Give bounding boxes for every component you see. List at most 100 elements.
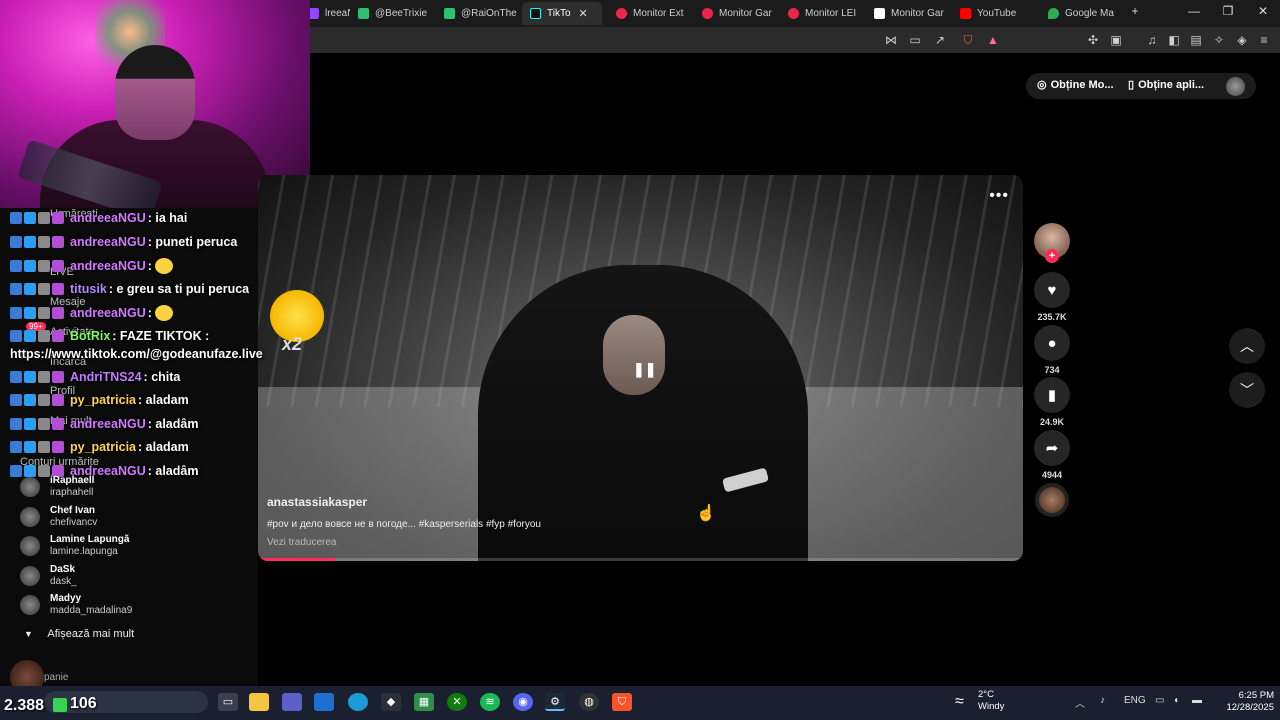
chat-username[interactable]: py_patricia: [70, 393, 136, 407]
wallet-icon[interactable]: ▤: [1189, 33, 1203, 47]
taskbar-search[interactable]: [44, 691, 208, 713]
music-disc-avatar[interactable]: [1035, 483, 1069, 517]
menu-icon[interactable]: ≡: [1257, 33, 1271, 47]
badge-icon: [10, 236, 22, 248]
tray-overflow-icon[interactable]: ︿: [1075, 695, 1085, 710]
badge-icon: [24, 441, 36, 453]
edge-icon[interactable]: [348, 693, 368, 711]
tab-monitor-ext[interactable]: Monitor Ext: [608, 2, 688, 25]
media-icon[interactable]: ♫: [1145, 33, 1159, 47]
file-explorer-icon[interactable]: [249, 693, 269, 711]
tab-google-maps[interactable]: Google Ma: [1040, 2, 1120, 25]
previous-video-button[interactable]: ︿: [1229, 328, 1265, 364]
chat-username[interactable]: andreeaNGU: [70, 259, 146, 273]
comment-action[interactable]: ● 734: [1034, 325, 1070, 375]
chat-username[interactable]: AndriTNS24: [70, 370, 142, 384]
chat-message: andreeaNGU: aladâm: [10, 464, 198, 478]
comment-count: 734: [1044, 365, 1060, 375]
teams-icon[interactable]: [282, 693, 302, 711]
close-window-button[interactable]: ✕: [1253, 4, 1273, 18]
tab-raionthe[interactable]: @RaiOnThe: [436, 2, 518, 25]
cast-icon[interactable]: ▭: [908, 33, 922, 47]
task-view-icon[interactable]: ▭: [218, 693, 238, 711]
like-count: 235.7K: [1037, 312, 1067, 322]
brave-shield-icon[interactable]: ⛉: [961, 33, 975, 47]
like-action[interactable]: ♥ 235.7K: [1034, 272, 1070, 322]
vpn-icon[interactable]: ◈: [1235, 33, 1249, 47]
microphone-icon[interactable]: ♪: [1100, 695, 1105, 706]
emote-multiplier: x2: [282, 334, 303, 354]
spotify-icon[interactable]: ≋: [480, 693, 500, 711]
network-icon[interactable]: ▭: [1155, 695, 1164, 706]
mute-icon[interactable]: ⋈: [884, 33, 898, 47]
tab-monitor-gar[interactable]: Monitor Gar: [694, 2, 774, 25]
chat-username[interactable]: py_patricia: [70, 440, 136, 454]
chat-username[interactable]: BotRix: [70, 329, 110, 343]
calculator-icon[interactable]: ▦: [414, 693, 434, 711]
share-arrow-icon[interactable]: ➦: [1034, 430, 1070, 466]
store-icon[interactable]: [314, 693, 334, 711]
xbox-icon[interactable]: ✕: [447, 693, 467, 711]
chat-text: aladam: [145, 440, 189, 454]
chat-username[interactable]: andreeaNGU: [70, 235, 146, 249]
app-icon[interactable]: ◆: [381, 693, 401, 711]
brave-rewards-icon[interactable]: ▲: [986, 33, 1000, 47]
chat-username[interactable]: andreeaNGU: [70, 211, 146, 225]
get-mode-button[interactable]: ◎ Obține Mo...: [1037, 78, 1114, 92]
extensions-icon[interactable]: ✣: [1086, 33, 1100, 47]
see-translation-link[interactable]: Vezi traducerea: [267, 537, 337, 548]
badge-icon: [24, 236, 36, 248]
chat-text: chita: [151, 370, 181, 384]
tab-monitor-gar-2[interactable]: Monitor Gar: [866, 2, 946, 25]
tab-youtube[interactable]: YouTube: [952, 2, 1034, 25]
tab-beetrixie[interactable]: @BeeTrixie: [350, 2, 432, 25]
chat-message: https://www.tiktok.com/@godeanufaze.live: [10, 347, 263, 361]
brave-icon[interactable]: ⛉: [612, 693, 632, 711]
badge-icon: [38, 236, 50, 248]
minimize-button[interactable]: —: [1184, 4, 1204, 18]
video-author[interactable]: anastassiakasper: [267, 495, 367, 509]
steam-icon[interactable]: ⚙: [545, 693, 565, 711]
volume-icon[interactable]: ◖: [1173, 695, 1179, 706]
tab-label: Monitor Gar: [719, 8, 772, 19]
badge-icon: [10, 441, 22, 453]
share-icon[interactable]: ↗: [933, 33, 947, 47]
pause-icon[interactable]: ❚❚: [633, 361, 656, 378]
next-video-button[interactable]: ﹀: [1229, 372, 1265, 408]
chat-username[interactable]: titusik: [70, 282, 107, 296]
leo-ai-icon[interactable]: ✧: [1212, 33, 1226, 47]
bookmark-icon[interactable]: ▮: [1034, 377, 1070, 413]
share-action[interactable]: ➦ 4944: [1034, 430, 1070, 480]
new-tab-button[interactable]: +: [1125, 4, 1145, 18]
screenshot-icon[interactable]: ▣: [1109, 33, 1123, 47]
chat-badges: [10, 211, 66, 225]
tab-monitor-lei[interactable]: Monitor LEI: [780, 2, 860, 25]
get-app-button[interactable]: ▯ Obține apli...: [1128, 78, 1204, 92]
sidebar-icon[interactable]: ◧: [1167, 33, 1181, 47]
taskbar-clock[interactable]: 6:25 PM 12/28/2025: [1214, 690, 1274, 714]
obs-icon[interactable]: ◍: [579, 693, 599, 711]
comment-icon[interactable]: ●: [1034, 325, 1070, 361]
tab-tiktok[interactable]: TikTo ✕: [522, 2, 602, 25]
heart-icon[interactable]: ♥: [1034, 272, 1070, 308]
badge-icon: [24, 283, 36, 295]
chat-username[interactable]: andreeaNGU: [70, 306, 146, 320]
video-caption[interactable]: #pov и дело вовсе не в погоде... #kasper…: [267, 519, 541, 530]
save-action[interactable]: ▮ 24.9K: [1034, 377, 1070, 427]
video-player[interactable]: ••• ❚❚ anastassiakasper #pov и дело вовс…: [258, 175, 1023, 561]
chevron-down-icon: ﹀: [1240, 382, 1254, 398]
show-more-button[interactable]: ▼ Afișează mai mult: [24, 628, 134, 640]
close-tab-icon[interactable]: ✕: [579, 7, 588, 20]
more-options-icon[interactable]: •••: [989, 187, 1009, 205]
language-indicator[interactable]: ENG: [1124, 695, 1146, 706]
chat-username[interactable]: andreeaNGU: [70, 417, 146, 431]
video-progress-bar[interactable]: [258, 558, 335, 561]
discord-icon[interactable]: ◉: [513, 693, 533, 711]
video-progress-track[interactable]: [258, 558, 1023, 561]
maximize-button[interactable]: ❐: [1218, 4, 1238, 18]
profile-avatar[interactable]: [1226, 77, 1245, 96]
woman-face: [603, 315, 665, 395]
battery-icon[interactable]: ▬: [1192, 695, 1202, 706]
laughing-emoji-icon: [155, 305, 174, 321]
follow-plus-icon[interactable]: +: [1045, 249, 1059, 263]
